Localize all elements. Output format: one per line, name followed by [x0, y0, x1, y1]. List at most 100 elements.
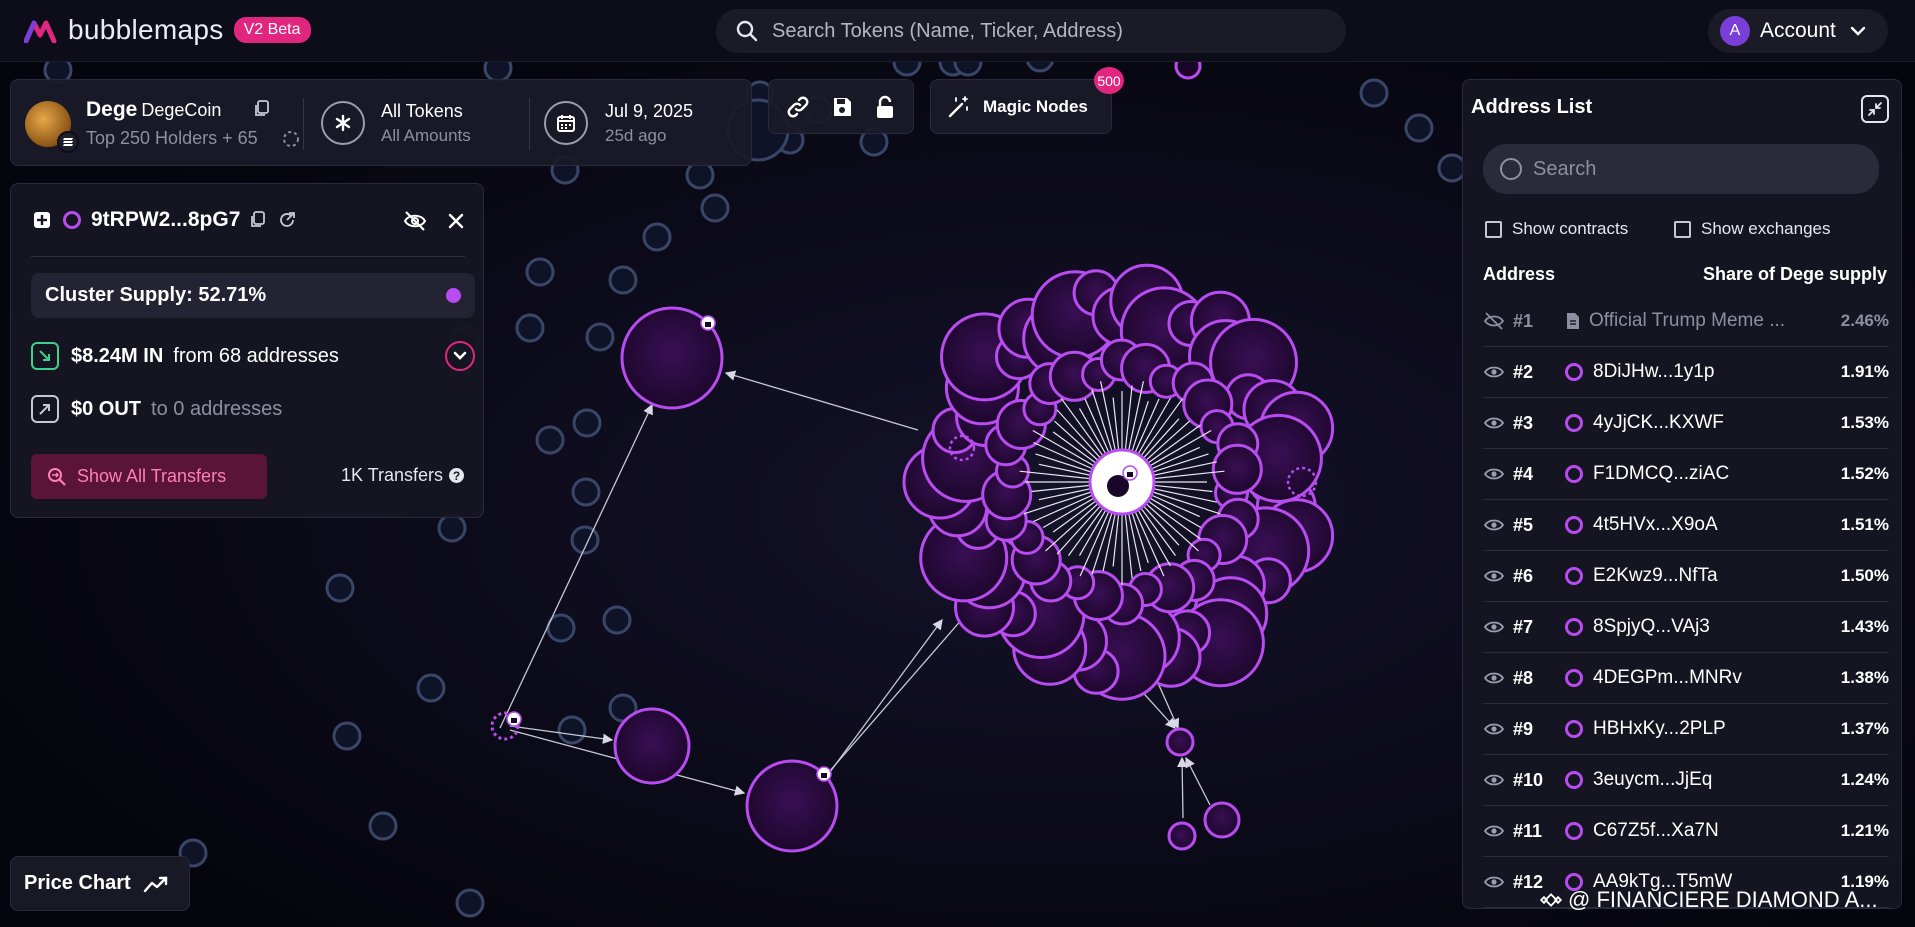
help-icon[interactable]: ? [449, 468, 465, 483]
supply-share: 1.91% [1840, 362, 1889, 381]
close-icon[interactable] [447, 212, 465, 230]
address-name: 4yJjCK...KXWF [1593, 412, 1724, 433]
holder-bubble[interactable] [535, 425, 565, 455]
address-row[interactable]: #5 4t5HVx...X9oA 1.51% [1483, 500, 1889, 551]
account-menu[interactable]: A Account [1708, 9, 1888, 53]
holder-bubble[interactable] [525, 257, 555, 287]
date-ago-label: 25d ago [605, 126, 667, 145]
holders-label[interactable]: Top 250 Holders + 65 [86, 128, 258, 149]
arrow-out-icon [31, 395, 59, 423]
supply-share: 1.53% [1840, 413, 1889, 432]
external-link-icon[interactable] [278, 211, 296, 229]
eye-icon[interactable] [1483, 669, 1505, 687]
eye-icon[interactable] [1483, 720, 1505, 738]
holder-bubble[interactable] [325, 573, 355, 603]
save-icon[interactable] [831, 96, 853, 118]
holder-bubble[interactable] [571, 477, 601, 507]
eye-icon[interactable] [1483, 771, 1505, 789]
address-row[interactable]: #10 3euycm...JjEq 1.24% [1483, 755, 1889, 806]
plus-square-icon[interactable] [33, 211, 51, 229]
holder-bubble[interactable] [1359, 78, 1389, 108]
calendar-icon[interactable] [544, 101, 588, 145]
checkbox[interactable] [1674, 220, 1691, 238]
eye-icon[interactable] [1483, 465, 1505, 483]
logo[interactable]: bubblemaps V2 Beta [24, 14, 311, 46]
eye-icon[interactable] [1483, 618, 1505, 636]
column-header-address[interactable]: Address [1483, 264, 1555, 285]
token-search-input[interactable] [772, 19, 1312, 43]
checkbox[interactable] [1485, 220, 1502, 238]
magic-nodes-button[interactable]: Magic Nodes [930, 79, 1112, 134]
holder-bubble[interactable] [570, 525, 600, 555]
holder-bubble[interactable] [602, 605, 632, 635]
holder-bubble[interactable] [332, 721, 362, 751]
address-row[interactable]: #9 HBHxKy...2PLP 1.37% [1483, 704, 1889, 755]
link-icon[interactable] [786, 95, 810, 119]
holder-bubble[interactable] [572, 408, 602, 438]
address-row[interactable]: #4 F1DMCQ...ziAC 1.52% [1483, 449, 1889, 500]
search-icon [1500, 158, 1522, 180]
holder-bubble[interactable] [613, 707, 691, 785]
holder-bubble[interactable] [642, 222, 672, 252]
address-row[interactable]: #1 Official Trump Meme ... 2.46% [1483, 296, 1889, 347]
cluster-bubble[interactable] [1211, 443, 1263, 495]
holder-bubble[interactable] [1167, 821, 1197, 851]
holder-bubble[interactable] [515, 313, 545, 343]
chevron-down-icon[interactable] [445, 341, 475, 371]
address-row[interactable]: #2 8DiJHw...1y1p 1.91% [1483, 347, 1889, 398]
wallet-color-ring [1565, 669, 1583, 687]
wallet-color-ring [1565, 771, 1583, 789]
divider [31, 256, 465, 257]
address-row[interactable]: #3 4yJjCK...KXWF 1.53% [1483, 398, 1889, 449]
holder-bubble[interactable] [608, 265, 638, 295]
address-name: 8SpjyQ...VAj3 [1593, 616, 1710, 637]
eye-icon[interactable] [1483, 363, 1505, 381]
eye-icon[interactable] [1483, 414, 1505, 432]
holder-bubble[interactable] [368, 811, 398, 841]
address-row[interactable]: #8 4DEGPm...MNRv 1.38% [1483, 653, 1889, 704]
show-exchanges-checkbox[interactable]: Show exchanges [1674, 219, 1830, 239]
holder-bubble[interactable] [557, 715, 587, 745]
collapse-icon[interactable] [1861, 95, 1889, 123]
cluster-supply-bar[interactable]: Cluster Supply: 52.71% [31, 273, 475, 318]
holder-bubble[interactable] [1203, 801, 1241, 839]
show-contracts-checkbox[interactable]: Show contracts [1485, 219, 1628, 239]
unlock-icon[interactable] [874, 95, 896, 119]
address-name: 3euycm...JjEq [1593, 769, 1713, 790]
address-row[interactable]: #6 E2Kwz9...NfTa 1.50% [1483, 551, 1889, 602]
wallet-address: 9tRPW2...8pG7 [91, 208, 241, 231]
holder-bubble[interactable] [1165, 727, 1195, 757]
supply-share: 1.43% [1840, 617, 1889, 636]
eye-icon[interactable] [1483, 567, 1505, 585]
token-info-panel: Dege DegeCoin Top 250 Holders + 65 All To… [10, 79, 752, 166]
address-row[interactable]: #7 8SpjyQ...VAj3 1.43% [1483, 602, 1889, 653]
eye-icon[interactable] [1483, 516, 1505, 534]
price-chart-button[interactable]: Price Chart [10, 856, 190, 911]
holder-bubble[interactable] [437, 513, 467, 543]
eye-off-icon[interactable] [1483, 312, 1505, 330]
token-filter-title[interactable]: All Tokens [381, 101, 463, 122]
token-search[interactable] [716, 9, 1346, 53]
date-label[interactable]: Jul 9, 2025 [605, 101, 693, 122]
holder-bubble[interactable] [585, 322, 615, 352]
copy-icon[interactable] [250, 211, 266, 229]
show-all-transfers-button[interactable]: Show All Transfers [31, 454, 267, 499]
rank: #5 [1513, 514, 1534, 535]
eye-icon[interactable] [1483, 822, 1505, 840]
asterisk-icon[interactable] [321, 101, 365, 145]
copy-icon[interactable] [254, 100, 270, 118]
price-chart-label: Price Chart [24, 872, 131, 894]
address-search-input[interactable] [1533, 157, 1853, 181]
address-row[interactable]: #11 C67Z5f...Xa7N 1.21% [1483, 806, 1889, 857]
holder-bubble[interactable] [700, 193, 730, 223]
holder-bubble[interactable] [1404, 113, 1434, 143]
address-search[interactable] [1483, 144, 1879, 194]
holder-bubble[interactable] [416, 673, 446, 703]
column-header-share[interactable]: Share of Dege supply [1703, 264, 1887, 285]
eye-off-icon[interactable] [403, 210, 427, 232]
holder-bubble[interactable] [455, 888, 485, 918]
eye-icon[interactable] [1483, 873, 1505, 891]
wallet-color-ring [1565, 414, 1583, 432]
cluster-color-dot [446, 288, 461, 303]
trend-chart-icon [143, 876, 167, 892]
